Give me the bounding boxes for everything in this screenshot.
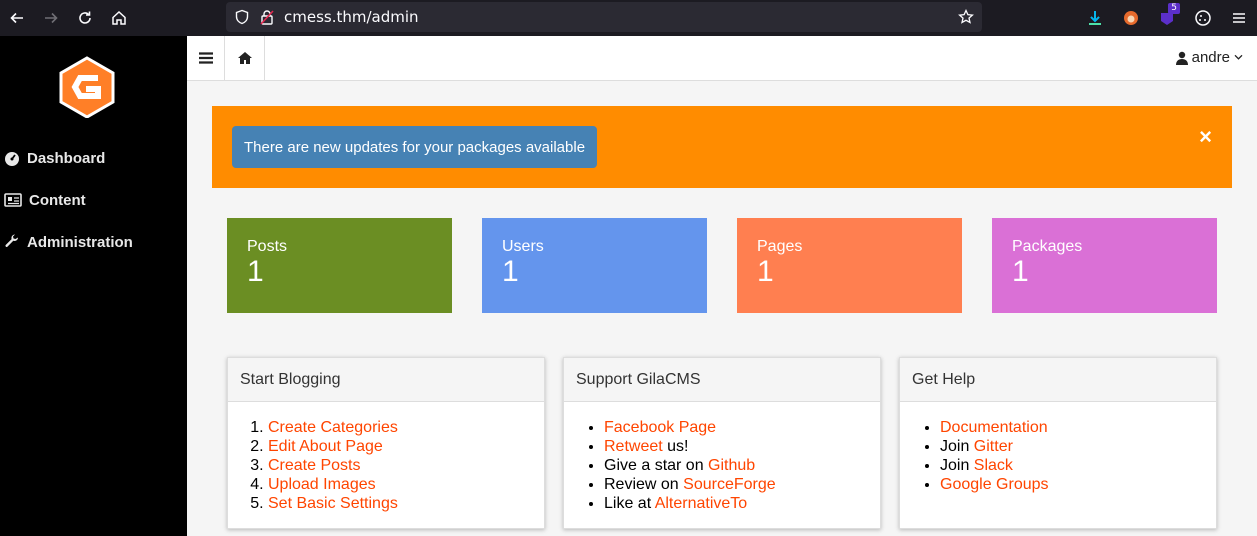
get-help-panel: Get Help Documentation Join Gitter Join …: [899, 357, 1217, 529]
menu-button[interactable]: [1221, 0, 1257, 36]
fox-extension-icon: [1124, 11, 1138, 25]
list-item: Join Slack: [940, 456, 1204, 475]
sidebar-item-label: Administration: [27, 233, 133, 251]
content-icon: [4, 193, 22, 207]
home-icon: [237, 52, 252, 64]
wrench-icon: [5, 234, 19, 247]
alternativeto-link[interactable]: AlternativeTo: [655, 495, 748, 512]
sidebar-item-label: Content: [29, 191, 86, 209]
panel-title: Support GilaCMS: [564, 358, 880, 402]
insecure-lock-icon[interactable]: [260, 9, 274, 25]
item-text: Join: [940, 438, 974, 455]
extension-badge-button[interactable]: 5: [1149, 0, 1185, 36]
sidebar: Dashboard Content Administration: [0, 36, 187, 536]
home-icon: [112, 10, 126, 25]
list-item: Review on SourceForge: [604, 475, 868, 494]
item-text: Join: [940, 457, 974, 474]
create-categories-link[interactable]: Create Categories: [268, 419, 398, 436]
gila-logo-icon[interactable]: [56, 56, 118, 118]
sidebar-item-dashboard[interactable]: Dashboard: [4, 146, 105, 170]
list-item: Create Categories: [268, 418, 532, 437]
home-browser-button[interactable]: [102, 0, 136, 36]
list-item: Like at AlternativeTo: [604, 494, 868, 513]
bars-icon: [198, 52, 213, 64]
user-icon: [1175, 51, 1188, 65]
tile-value: 1: [757, 255, 774, 288]
list-item: Facebook Page: [604, 418, 868, 437]
item-text: Give a star on: [604, 457, 709, 474]
list-item: Edit About Page: [268, 437, 532, 456]
gitter-link[interactable]: Gitter: [974, 438, 1013, 455]
back-button[interactable]: [0, 0, 34, 36]
extension-badge-count: 5: [1168, 3, 1180, 14]
sourceforge-link[interactable]: SourceForge: [683, 476, 776, 493]
list-item: Upload Images: [268, 475, 532, 494]
create-posts-link[interactable]: Create Posts: [268, 457, 360, 474]
hamburger-menu-icon: [1233, 13, 1245, 23]
extension-foxyproxy-button[interactable]: [1113, 0, 1149, 36]
facebook-page-link[interactable]: Facebook Page: [604, 419, 716, 436]
cookie-icon: [1195, 10, 1211, 26]
close-alert-button[interactable]: ×: [1199, 126, 1212, 148]
browser-toolbar: cmess.thm/admin 5: [0, 0, 1257, 36]
updates-available-button[interactable]: There are new updates for your packages …: [232, 126, 598, 168]
tile-label: Posts: [247, 238, 288, 255]
tile-value: 1: [502, 255, 519, 288]
download-icon: [1089, 11, 1101, 25]
username: andre: [1191, 49, 1230, 66]
reload-button[interactable]: [68, 0, 102, 36]
item-text: Review on: [604, 476, 684, 493]
retweet-link[interactable]: Retweet: [604, 438, 663, 455]
list-item: Give a star on Github: [604, 456, 868, 475]
forward-button[interactable]: [34, 0, 68, 36]
tile-label: Packages: [1012, 238, 1083, 255]
list-item: Retweet us!: [604, 437, 868, 456]
sidebar-item-administration[interactable]: Administration: [4, 230, 133, 254]
address-bar[interactable]: cmess.thm/admin: [226, 2, 982, 32]
sidebar-item-label: Dashboard: [27, 149, 106, 167]
start-blogging-panel: Start Blogging Create Categories Edit Ab…: [227, 357, 545, 529]
users-tile[interactable]: Users 1: [482, 218, 707, 313]
downloads-button[interactable]: [1077, 0, 1113, 36]
reload-icon: [79, 11, 91, 24]
list-item: Create Posts: [268, 456, 532, 475]
arrow-right-icon: [45, 12, 58, 24]
url-text[interactable]: cmess.thm/admin: [284, 8, 419, 26]
dashboard-icon: [5, 152, 19, 166]
panel-title: Start Blogging: [228, 358, 544, 402]
toggle-sidebar-button[interactable]: [187, 36, 225, 80]
item-text: us!: [662, 438, 689, 455]
github-link[interactable]: Github: [708, 457, 755, 474]
tile-value: 1: [247, 255, 264, 288]
list-item: Set Basic Settings: [268, 494, 532, 513]
update-alert: There are new updates for your packages …: [212, 106, 1232, 188]
bookmark-star-icon[interactable]: [958, 9, 974, 25]
shield-icon[interactable]: [234, 9, 250, 25]
list-item: Documentation: [940, 418, 1204, 437]
extension-cookie-button[interactable]: [1185, 0, 1221, 36]
sidebar-item-content[interactable]: Content: [4, 188, 86, 212]
panel-title: Get Help: [900, 358, 1216, 402]
packages-tile[interactable]: Packages 1: [992, 218, 1217, 313]
support-gilacms-panel: Support GilaCMS Facebook Page Retweet us…: [563, 357, 881, 529]
slack-link[interactable]: Slack: [974, 457, 1013, 474]
list-item: Join Gitter: [940, 437, 1204, 456]
top-navbar: andre: [187, 36, 1257, 81]
user-menu[interactable]: andre: [1175, 49, 1243, 66]
documentation-link[interactable]: Documentation: [940, 419, 1048, 436]
item-text: Like at: [604, 495, 655, 512]
upload-images-link[interactable]: Upload Images: [268, 476, 376, 493]
tile-value: 1: [1012, 255, 1029, 288]
arrow-left-icon: [10, 12, 23, 24]
chevron-down-icon: [1234, 54, 1243, 60]
edit-about-page-link[interactable]: Edit About Page: [268, 438, 383, 455]
google-groups-link[interactable]: Google Groups: [940, 476, 1049, 493]
home-button[interactable]: [225, 36, 265, 80]
posts-tile[interactable]: Posts 1: [227, 218, 452, 313]
list-item: Google Groups: [940, 475, 1204, 494]
tile-label: Users: [502, 238, 544, 255]
set-basic-settings-link[interactable]: Set Basic Settings: [268, 495, 398, 512]
pages-tile[interactable]: Pages 1: [737, 218, 962, 313]
tile-label: Pages: [757, 238, 803, 255]
